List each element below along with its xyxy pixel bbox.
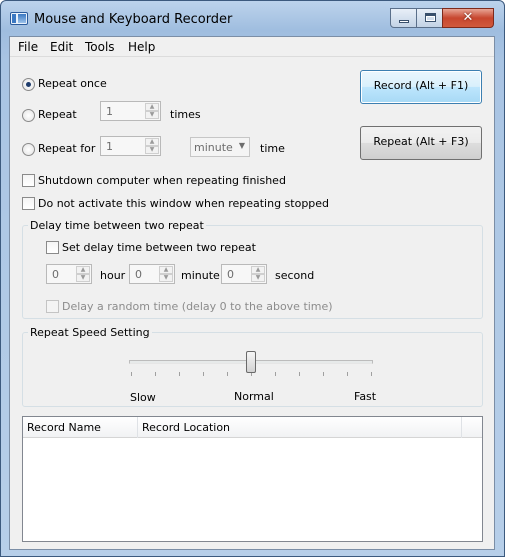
delay-hour-label: hour [100, 269, 126, 282]
repeat-for-label[interactable]: Repeat for [38, 142, 95, 155]
repeat-for-unit-value: minute [194, 141, 233, 154]
delay-minute-label: minute [181, 269, 220, 282]
spin-up-icon[interactable]: ▲ [76, 266, 90, 274]
delay-minute-spinner[interactable]: 0 ▲ ▼ [129, 264, 175, 284]
slider-tick [371, 372, 372, 376]
slider-tick [323, 372, 324, 376]
spin-up-icon[interactable]: ▲ [251, 266, 265, 274]
shutdown-checkbox[interactable] [22, 174, 35, 187]
spin-down-icon[interactable]: ▼ [145, 146, 159, 154]
spin-down-icon[interactable]: ▼ [251, 274, 265, 282]
repeat-times-spinner[interactable]: 1 ▲ ▼ [100, 101, 161, 121]
delay-second-label: second [275, 269, 315, 282]
slider-tick [275, 372, 276, 376]
spin-up-icon[interactable]: ▲ [145, 138, 159, 146]
slider-tick [347, 372, 348, 376]
delay-group-title: Delay time between two repeat [28, 219, 206, 232]
app-window-icon [10, 12, 28, 25]
column-record-location[interactable]: Record Location [138, 417, 462, 438]
menu-bar: File Edit Tools Help [10, 37, 494, 57]
record-button[interactable]: Record (Alt + F1) [360, 70, 482, 104]
slider-tick [299, 372, 300, 376]
column-record-name[interactable]: Record Name [23, 417, 138, 438]
delay-second-spinner[interactable]: 0 ▲ ▼ [221, 264, 267, 284]
delay-minute-value: 0 [135, 268, 142, 281]
repeat-for-value: 1 [106, 140, 113, 153]
repeat-times-value: 1 [106, 105, 113, 118]
maximize-button[interactable] [416, 8, 443, 28]
repeat-once-radio[interactable] [22, 78, 35, 91]
spin-down-icon[interactable]: ▼ [159, 274, 173, 282]
set-delay-label[interactable]: Set delay time between two repeat [62, 241, 256, 254]
speed-fast-label: Fast [354, 390, 377, 403]
title-bar[interactable]: Mouse and Keyboard Recorder ✕ [1, 1, 504, 35]
delay-hour-spinner[interactable]: 0 ▲ ▼ [46, 264, 92, 284]
repeat-for-spinner[interactable]: 1 ▲ ▼ [100, 136, 161, 156]
chevron-down-icon: ▼ [238, 141, 245, 150]
client-area: File Edit Tools Help Repeat once Repeat … [9, 36, 495, 550]
menu-tools[interactable]: Tools [85, 40, 115, 54]
repeat-button[interactable]: Repeat (Alt + F3) [360, 126, 482, 160]
record-list-header: Record Name Record Location [23, 417, 482, 438]
minimize-icon [399, 20, 409, 23]
record-list[interactable]: Record Name Record Location [22, 416, 483, 542]
slider-tick [227, 372, 228, 376]
repeat-for-unit-select[interactable]: minute ▼ [190, 137, 250, 157]
delay-hour-value: 0 [52, 268, 59, 281]
slider-tick [131, 372, 132, 376]
repeat-times-label[interactable]: Repeat [38, 108, 77, 121]
random-delay-label: Delay a random time (delay 0 to the abov… [62, 300, 333, 313]
spin-up-icon[interactable]: ▲ [145, 103, 159, 111]
speed-slow-label: Slow [130, 391, 156, 404]
repeat-for-suffix: time [260, 142, 285, 155]
spin-up-icon[interactable]: ▲ [159, 266, 173, 274]
slider-tick [203, 372, 204, 376]
repeat-for-radio[interactable] [22, 143, 35, 156]
window-title: Mouse and Keyboard Recorder [34, 12, 233, 27]
maximize-icon [425, 13, 436, 22]
spin-down-icon[interactable]: ▼ [145, 111, 159, 119]
app-window: Mouse and Keyboard Recorder ✕ File Edit … [0, 0, 505, 557]
menu-edit[interactable]: Edit [50, 40, 73, 54]
spin-down-icon[interactable]: ▼ [76, 274, 90, 282]
speed-slider-thumb[interactable] [246, 351, 256, 373]
menu-file[interactable]: File [18, 40, 38, 54]
close-button[interactable]: ✕ [442, 8, 494, 28]
no-activate-checkbox[interactable] [22, 197, 35, 210]
slider-tick [155, 372, 156, 376]
set-delay-checkbox[interactable] [46, 241, 59, 254]
shutdown-label[interactable]: Shutdown computer when repeating finishe… [38, 174, 286, 187]
menu-help[interactable]: Help [128, 40, 155, 54]
speed-normal-label: Normal [234, 390, 274, 403]
delay-second-value: 0 [227, 268, 234, 281]
no-activate-label[interactable]: Do not activate this window when repeati… [38, 197, 329, 210]
repeat-times-unit: times [170, 108, 201, 121]
close-icon: ✕ [462, 10, 474, 25]
speed-group-title: Repeat Speed Setting [28, 326, 152, 339]
slider-tick [179, 372, 180, 376]
minimize-button[interactable] [390, 8, 417, 28]
repeat-once-label[interactable]: Repeat once [38, 77, 107, 90]
random-delay-checkbox[interactable] [46, 300, 59, 313]
repeat-times-radio[interactable] [22, 109, 35, 122]
